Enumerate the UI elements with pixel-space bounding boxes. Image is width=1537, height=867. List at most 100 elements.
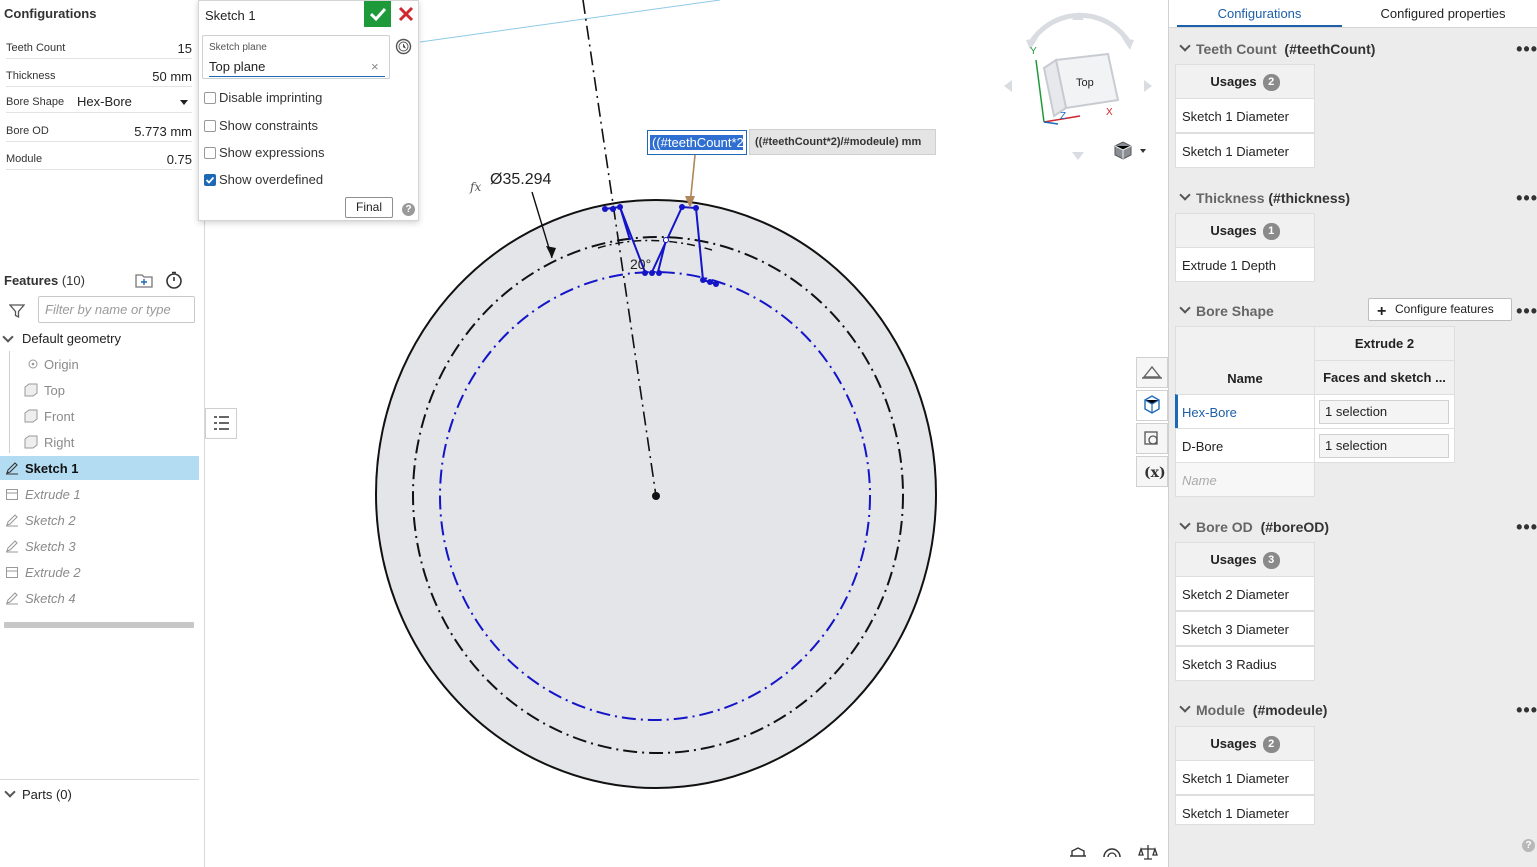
variables-button[interactable]: (x)	[1136, 456, 1168, 487]
usage-row[interactable]: Extrude 1 Depth	[1175, 247, 1315, 282]
tree-item-label: Front	[44, 409, 75, 424]
config-row-d-bore[interactable]: D-Bore	[1175, 428, 1315, 463]
render-mode-button[interactable]	[1136, 390, 1168, 421]
config-row-hex-bore[interactable]: Hex-Bore	[1175, 394, 1315, 429]
configure-features-button[interactable]: + Configure features	[1368, 298, 1512, 321]
usage-row[interactable]: Sketch 3 Radius	[1175, 646, 1315, 681]
checkbox-checked[interactable]	[204, 174, 216, 186]
dimension-expression-input[interactable]: ((#teethCount*2	[647, 130, 747, 155]
tree-item-sketch-2[interactable]: Sketch 2	[0, 508, 199, 532]
add-folder-icon[interactable]	[135, 272, 153, 288]
chevron-down-icon[interactable]	[1179, 40, 1191, 52]
tree-item-origin[interactable]: Origin	[0, 352, 199, 376]
tree-group-label: Default geometry	[22, 331, 121, 346]
tree-item-label: Sketch 4	[25, 591, 76, 606]
expression-input-text[interactable]: ((#teethCount*2	[650, 135, 743, 150]
more-options-icon[interactable]: •••	[1516, 301, 1537, 322]
usage-row[interactable]: Sketch 1 Diameter	[1175, 760, 1315, 795]
mass-properties-icon[interactable]	[1138, 843, 1158, 861]
tree-item-top[interactable]: Top	[0, 378, 199, 402]
filter-icon[interactable]	[9, 303, 25, 319]
chevron-down-icon[interactable]	[1179, 189, 1191, 201]
tree-item-sketch-3[interactable]: Sketch 3	[0, 534, 199, 558]
tree-item-label: Right	[44, 435, 75, 450]
tree-item-sketch-1[interactable]: Sketch 1	[0, 456, 199, 480]
config-select-value[interactable]: Hex-Bore	[77, 94, 132, 109]
angle-dimension[interactable]: 20°	[630, 256, 651, 272]
bore-shape-table: Name Extrude 2 Faces and sketch ... Hex-…	[1175, 326, 1456, 497]
config-value[interactable]: 50 mm	[152, 69, 192, 84]
feature-header-extrude-2: Extrude 2	[1314, 326, 1455, 361]
section-bore-od[interactable]: Bore OD (#boreOD) •••	[1175, 511, 1537, 543]
config-value[interactable]: 0.75	[167, 152, 192, 167]
rotate-right-icon[interactable]	[1144, 80, 1152, 92]
config-value[interactable]: 15	[178, 41, 192, 56]
more-options-icon[interactable]: •••	[1516, 517, 1537, 538]
help-icon[interactable]: ?	[402, 203, 415, 216]
name-header-cell: Name	[1175, 326, 1315, 395]
selection-cell[interactable]: 1 selection	[1314, 428, 1455, 463]
section-view-button[interactable]	[1136, 357, 1168, 388]
config-input-thickness[interactable]: Thickness 50 mm	[6, 65, 192, 87]
history-icon[interactable]	[395, 38, 412, 55]
more-options-icon[interactable]: •••	[1516, 188, 1537, 209]
usage-row[interactable]: Sketch 2 Diameter	[1175, 576, 1315, 611]
more-options-icon[interactable]: •••	[1516, 700, 1537, 721]
diameter-dimension[interactable]: Ø35.294	[490, 171, 551, 189]
config-select-bore-shape[interactable]: Bore Shape Hex-Bore	[6, 91, 192, 113]
sketch-plane-field[interactable]: Sketch plane Top plane ×	[202, 35, 390, 79]
rotate-down-icon[interactable]	[1072, 152, 1084, 160]
chevron-down-icon[interactable]	[1140, 149, 1146, 153]
tab-configured-properties[interactable]: Configured properties	[1354, 0, 1532, 27]
rotate-left-icon[interactable]	[1004, 80, 1012, 92]
usage-row[interactable]: Sketch 1 Diameter	[1175, 133, 1315, 168]
usages-header: Usages 1	[1175, 213, 1315, 248]
usage-row[interactable]: Sketch 1 Diameter	[1175, 795, 1315, 825]
usage-row[interactable]: Sketch 3 Diameter	[1175, 611, 1315, 646]
tab-configurations[interactable]: Configurations	[1177, 0, 1342, 27]
config-input-module[interactable]: Module 0.75	[6, 148, 192, 170]
section-teeth-count[interactable]: Teeth Count (#teethCount) •••	[1175, 33, 1537, 65]
chevron-down-icon[interactable]	[1179, 518, 1191, 530]
chevron-down-icon[interactable]	[1179, 701, 1191, 713]
measure-arc-icon[interactable]	[1102, 843, 1122, 861]
tree-item-right[interactable]: Right	[0, 430, 199, 454]
checkbox[interactable]	[204, 120, 216, 132]
named-views-button[interactable]	[1136, 423, 1168, 454]
checkbox[interactable]	[204, 147, 216, 159]
configurations-title: Configurations	[4, 6, 97, 21]
final-button[interactable]: Final	[345, 197, 393, 218]
config-label: Bore OD	[6, 125, 49, 137]
chevron-down-icon[interactable]	[2, 331, 14, 343]
more-options-icon[interactable]: •••	[1516, 39, 1537, 60]
accept-button[interactable]	[364, 1, 391, 27]
chevron-down-icon[interactable]	[180, 100, 188, 105]
mate-connector-icon[interactable]	[1068, 843, 1088, 861]
parts-title[interactable]: Parts (0)	[22, 787, 72, 802]
feature-filter-input[interactable]	[38, 296, 195, 323]
cancel-button[interactable]	[393, 1, 419, 27]
sketch-plane-value[interactable]: Top plane	[209, 59, 265, 74]
center-point[interactable]	[652, 492, 660, 500]
config-input-teeth-count[interactable]: Teeth Count 15	[6, 37, 192, 59]
tree-item-extrude-2[interactable]: Extrude 2	[0, 560, 199, 584]
section-module[interactable]: Module (#modeule) •••	[1175, 694, 1537, 726]
clear-icon[interactable]: ×	[371, 59, 379, 74]
config-input-bore-od[interactable]: Bore OD 5.773 mm	[6, 120, 192, 142]
chevron-down-icon[interactable]	[1179, 302, 1191, 314]
new-config-name-input[interactable]: Name	[1175, 462, 1315, 497]
horizontal-scrollbar[interactable]	[4, 622, 194, 628]
tree-item-front[interactable]: Front	[0, 404, 199, 428]
selection-cell[interactable]: 1 selection	[1314, 394, 1455, 429]
chevron-down-icon[interactable]	[4, 786, 16, 798]
rollback-timer-icon[interactable]	[165, 271, 183, 289]
config-value[interactable]: 5.773 mm	[134, 124, 192, 139]
tree-group-default-geometry[interactable]: Default geometry	[0, 326, 199, 350]
tree-item-sketch-4[interactable]: Sketch 4	[0, 586, 199, 610]
tree-item-extrude-1[interactable]: Extrude 1	[0, 482, 199, 506]
help-icon[interactable]: ?	[1522, 839, 1535, 852]
view-mode-dropdown[interactable]	[1112, 140, 1152, 162]
section-thickness[interactable]: Thickness (#thickness) •••	[1175, 182, 1537, 214]
usage-row[interactable]: Sketch 1 Diameter	[1175, 98, 1315, 133]
checkbox[interactable]	[204, 92, 216, 104]
